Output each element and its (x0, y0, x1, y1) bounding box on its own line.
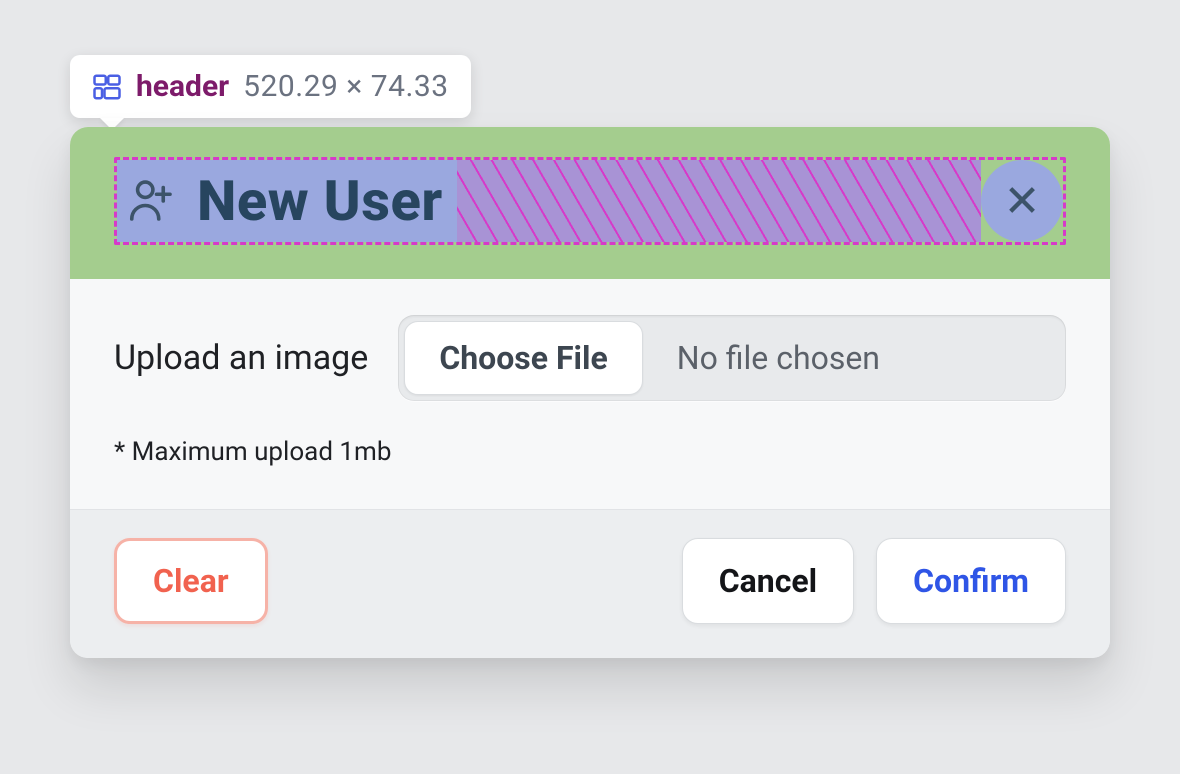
tooltip-dimensions: 520.29 × 74.33 (243, 69, 448, 104)
confirm-button[interactable]: Confirm (876, 538, 1066, 624)
clear-button-label: Clear (153, 562, 229, 600)
dialog-footer: Clear Cancel Confirm (70, 509, 1110, 658)
cancel-button[interactable]: Cancel (682, 538, 854, 624)
upload-label: Upload an image (114, 338, 368, 378)
devtools-element-tooltip: header 520.29 × 74.33 (70, 55, 471, 118)
close-icon: ✕ (1004, 179, 1041, 223)
header-content-highlight: New User (117, 160, 457, 242)
upload-hint: * Maximum upload 1mb (114, 437, 1066, 467)
dialog-title: New User (197, 168, 443, 234)
devtools-highlight-margin (457, 160, 981, 242)
new-user-dialog: New User ✕ Upload an image Choose File N… (70, 127, 1110, 658)
confirm-button-label: Confirm (913, 562, 1029, 600)
choose-file-button[interactable]: Choose File (404, 321, 642, 395)
clear-button[interactable]: Clear (114, 538, 268, 624)
flex-grid-icon (92, 72, 122, 102)
upload-row: Upload an image Choose File No file chos… (114, 315, 1066, 401)
choose-file-label: Choose File (439, 339, 607, 377)
devtools-highlight-box: New User ✕ (114, 157, 1066, 245)
tooltip-element-name: header (136, 69, 229, 104)
user-plus-icon (125, 174, 179, 228)
cancel-button-label: Cancel (719, 562, 817, 600)
file-status-text: No file chosen (649, 315, 1066, 401)
file-input[interactable]: Choose File No file chosen (398, 315, 1066, 401)
dialog-header: New User ✕ (70, 127, 1110, 279)
dialog-body: Upload an image Choose File No file chos… (70, 279, 1110, 509)
close-button[interactable]: ✕ (981, 160, 1063, 242)
